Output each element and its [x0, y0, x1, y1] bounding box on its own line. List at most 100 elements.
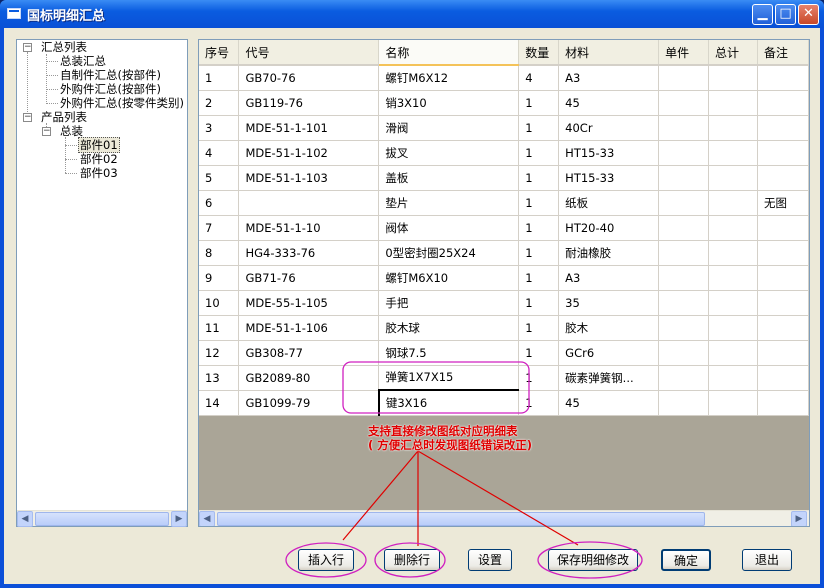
- table-cell[interactable]: [708, 265, 758, 291]
- table-cell[interactable]: [757, 115, 809, 141]
- table-cell[interactable]: [658, 390, 710, 416]
- table-row[interactable]: 7 MDE-51-1-10 阀体 1 HT20-40: [199, 215, 809, 241]
- table-cell[interactable]: 胶木球: [378, 315, 520, 341]
- tree-node-purchased-by-part[interactable]: 外购件汇总(按部件): [60, 82, 161, 96]
- table-cell[interactable]: GB71-76: [238, 265, 380, 291]
- table-cell[interactable]: MDE-51-1-106: [238, 315, 380, 341]
- table-cell[interactable]: [708, 340, 758, 366]
- table-cell[interactable]: 垫片: [378, 190, 520, 216]
- table-cell[interactable]: 销3X10: [378, 90, 520, 116]
- table-row[interactable]: 13 GB2089-80 弹簧1X7X15 1 碳素弹簧钢...: [199, 365, 809, 391]
- column-header[interactable]: 材料: [558, 40, 660, 66]
- table-cell[interactable]: [757, 265, 809, 291]
- table-cell[interactable]: 1: [518, 265, 560, 291]
- table-row[interactable]: 1 GB70-76 螺钉M6X12 4 A3: [199, 65, 809, 91]
- table-cell[interactable]: [708, 365, 758, 391]
- title-bar[interactable]: 国标明细汇总 ▁ □ ✕: [0, 0, 824, 28]
- table-cell[interactable]: GCr6: [558, 340, 660, 366]
- table-cell[interactable]: 纸板: [558, 190, 660, 216]
- table-cell[interactable]: HT15-33: [558, 140, 660, 166]
- table-cell[interactable]: HT20-40: [558, 215, 660, 241]
- table-row[interactable]: 2 GB119-76 销3X10 1 45: [199, 90, 809, 116]
- column-header[interactable]: 数量: [518, 40, 560, 66]
- table-cell[interactable]: 1: [518, 390, 560, 416]
- table-cell[interactable]: MDE-51-1-101: [238, 115, 380, 141]
- column-header[interactable]: 代号: [238, 40, 380, 66]
- table-cell[interactable]: MDE-51-1-10: [238, 215, 380, 241]
- table-cell[interactable]: 滑阀: [378, 115, 520, 141]
- table-cell[interactable]: [708, 165, 758, 191]
- insert-row-button[interactable]: 插入行: [298, 549, 354, 571]
- table-cell[interactable]: [658, 315, 710, 341]
- table-cell[interactable]: 碳素弹簧钢...: [558, 365, 660, 391]
- table-cell[interactable]: 2: [199, 90, 240, 116]
- table-cell[interactable]: 1: [518, 190, 560, 216]
- table-cell[interactable]: 1: [518, 140, 560, 166]
- table-cell[interactable]: [708, 290, 758, 316]
- tree-node-summary-list[interactable]: 汇总列表: [41, 40, 87, 54]
- table-cell[interactable]: 35: [558, 290, 660, 316]
- table-cell[interactable]: [757, 65, 809, 91]
- table-cell[interactable]: 13: [199, 365, 240, 391]
- tree-node-part-03[interactable]: 部件03: [80, 166, 118, 180]
- expander-icon[interactable]: −: [23, 113, 32, 122]
- table-cell[interactable]: [658, 165, 710, 191]
- table-cell[interactable]: [757, 340, 809, 366]
- table-cell[interactable]: 胶木: [558, 315, 660, 341]
- scroll-thumb[interactable]: [217, 512, 705, 526]
- scroll-left-icon[interactable]: ◀: [17, 511, 33, 527]
- column-header[interactable]: 总计: [708, 40, 758, 66]
- tree-node-selfmade-summary[interactable]: 自制件汇总(按部件): [60, 68, 161, 82]
- table-cell[interactable]: 1: [518, 90, 560, 116]
- settings-button[interactable]: 设置: [468, 549, 512, 571]
- table-cell[interactable]: A3: [558, 265, 660, 291]
- table-row[interactable]: 9 GB71-76 螺钉M6X10 1 A3: [199, 265, 809, 291]
- tree-node-part-02[interactable]: 部件02: [80, 152, 118, 166]
- maximize-button[interactable]: □: [775, 4, 796, 25]
- table-cell[interactable]: GB1099-79: [238, 390, 380, 416]
- table-cell[interactable]: [658, 215, 710, 241]
- table-cell[interactable]: [757, 390, 809, 416]
- tree-node-purchased-by-category[interactable]: 外购件汇总(按零件类别): [60, 96, 184, 110]
- table-cell[interactable]: [757, 240, 809, 266]
- table-cell[interactable]: 拔叉: [378, 140, 520, 166]
- tree-view[interactable]: − 汇总列表 总装汇总 自制件汇总(按部件) 外购件汇总(按部件) 外购件汇总(…: [17, 40, 187, 510]
- expander-icon[interactable]: −: [42, 127, 51, 136]
- column-header[interactable]: 名称: [378, 40, 520, 66]
- minimize-button[interactable]: ▁: [752, 4, 773, 25]
- table-cell[interactable]: [658, 65, 710, 91]
- table-cell[interactable]: 1: [518, 115, 560, 141]
- exit-button[interactable]: 退出: [742, 549, 792, 571]
- table-cell[interactable]: 1: [518, 340, 560, 366]
- table-cell[interactable]: 0型密封圈25X24: [378, 240, 520, 266]
- cell-editor[interactable]: 键3X16: [377, 389, 520, 416]
- table-cell[interactable]: [708, 240, 758, 266]
- scroll-left-icon[interactable]: ◀: [199, 511, 215, 526]
- table-cell[interactable]: 螺钉M6X12: [378, 65, 520, 91]
- table-row[interactable]: 8 HG4-333-76 0型密封圈25X24 1 耐油橡胶: [199, 240, 809, 266]
- table-cell[interactable]: 1: [518, 365, 560, 391]
- table-row[interactable]: 3 MDE-51-1-101 滑阀 1 40Cr: [199, 115, 809, 141]
- table-cell[interactable]: [708, 190, 758, 216]
- table-cell[interactable]: [708, 215, 758, 241]
- table-cell[interactable]: 12: [199, 340, 240, 366]
- table-cell[interactable]: [658, 340, 710, 366]
- table-cell[interactable]: 1: [518, 315, 560, 341]
- table-cell[interactable]: 1: [518, 165, 560, 191]
- table-cell[interactable]: [757, 365, 809, 391]
- table-cell[interactable]: 弹簧1X7X15: [378, 365, 520, 391]
- expander-icon[interactable]: −: [23, 43, 32, 52]
- detail-grid[interactable]: 序号 代号 名称 数量 材料 单件 总计 备注 1 GB70-76 螺钉M6X12 4 A3 2 GB11…: [198, 39, 810, 527]
- tree-node-assembly[interactable]: 总装: [60, 124, 83, 138]
- table-cell[interactable]: [757, 315, 809, 341]
- table-cell[interactable]: 4: [518, 65, 560, 91]
- table-cell[interactable]: 9: [199, 265, 240, 291]
- table-row[interactable]: 5 MDE-51-1-103 盖板 1 HT15-33: [199, 165, 809, 191]
- column-header[interactable]: 备注: [757, 40, 809, 66]
- table-cell[interactable]: [238, 190, 380, 216]
- table-cell[interactable]: 11: [199, 315, 240, 341]
- table-cell[interactable]: 1: [518, 240, 560, 266]
- table-cell[interactable]: HT15-33: [558, 165, 660, 191]
- table-cell[interactable]: [708, 140, 758, 166]
- table-cell[interactable]: GB308-77: [238, 340, 380, 366]
